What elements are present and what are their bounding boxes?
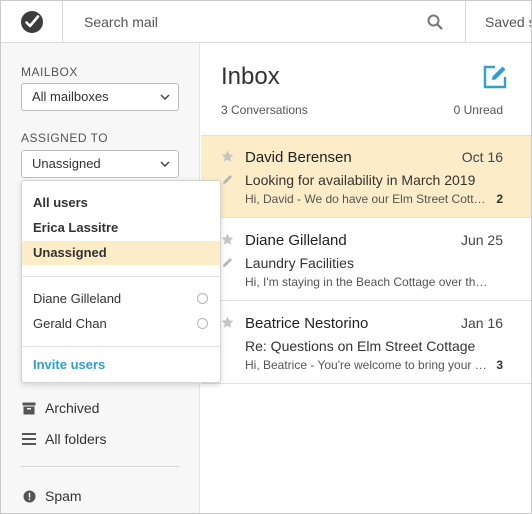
- conversation-date: Jun 25: [460, 232, 503, 248]
- conversation-date: Oct 16: [461, 149, 503, 165]
- unread-count: 0 Unread: [453, 103, 503, 117]
- search-button[interactable]: [421, 9, 449, 35]
- pencil-icon: [222, 172, 233, 190]
- star-icon[interactable]: [221, 233, 234, 251]
- logo-icon: [20, 11, 43, 33]
- radio-icon[interactable]: [197, 318, 208, 329]
- conversation-preview: Hi, Beatrice - You're welcome to bring y…: [245, 358, 490, 372]
- archive-icon: [21, 400, 37, 416]
- conversation-preview: Hi, I'm staying in the Beach Cottage ove…: [245, 275, 490, 289]
- conversation-row[interactable]: David Berensen Oct 16 Looking for availa…: [201, 136, 531, 218]
- dropdown-option-erica-lassitre[interactable]: Erica Lassitre: [22, 216, 220, 240]
- dropdown-user-gerald-chan[interactable]: Gerald Chan: [22, 312, 220, 336]
- conversation-row[interactable]: Diane Gilleland Jun 25 Laundry Facilitie…: [201, 219, 531, 301]
- pencil-icon: [222, 255, 233, 273]
- sender-name: Diane Gilleland: [245, 232, 347, 249]
- mailbox-label: MAILBOX: [21, 65, 78, 79]
- conversation-subject: Re: Questions on Elm Street Cottage: [245, 338, 476, 354]
- inbox-panel: Inbox 3 Conversations 0 Unread David Ber…: [201, 43, 531, 513]
- dropdown-divider: [22, 346, 220, 347]
- dropdown-option-unassigned[interactable]: Unassigned: [22, 241, 220, 265]
- dropdown-user-label: Gerald Chan: [33, 316, 107, 331]
- assigned-to-select-value: Unassigned: [32, 156, 101, 171]
- assigned-to-label: ASSIGNED TO: [21, 131, 109, 145]
- invite-users-link[interactable]: Invite users: [33, 357, 105, 372]
- app-window: Saved searches MAILBOX All mailboxes ASS…: [0, 0, 532, 514]
- logo[interactable]: [1, 1, 63, 43]
- dropdown-option-all-users[interactable]: All users: [22, 191, 220, 215]
- mailbox-select-value: All mailboxes: [32, 89, 109, 104]
- sidebar-item-label: Archived: [45, 400, 100, 416]
- search-input[interactable]: [63, 1, 465, 43]
- sidebar-divider: [21, 466, 179, 467]
- radio-icon[interactable]: [197, 293, 208, 304]
- saved-searches-button[interactable]: Saved searches: [465, 1, 531, 43]
- star-icon[interactable]: [221, 150, 234, 168]
- assigned-to-dropdown: All users Erica Lassitre Unassigned Dian…: [21, 180, 221, 383]
- search-icon: [427, 14, 443, 30]
- dropdown-user-diane-gilleland[interactable]: Diane Gilleland: [22, 287, 220, 311]
- sidebar-item-label: Spam: [45, 488, 82, 504]
- chevron-down-icon: [160, 84, 170, 110]
- compose-icon: [483, 65, 507, 89]
- folders-icon: [21, 431, 37, 447]
- top-bar: Saved searches: [1, 1, 531, 43]
- compose-button[interactable]: [481, 63, 509, 91]
- sender-name: David Berensen: [245, 149, 352, 166]
- page-title: Inbox: [221, 63, 280, 90]
- dropdown-divider: [22, 276, 220, 277]
- conversation-date: Jan 16: [460, 315, 503, 331]
- conversation-row[interactable]: Beatrice Nestorino Jan 16 Re: Questions …: [201, 302, 531, 384]
- sidebar-item-all-folders[interactable]: All folders: [21, 429, 106, 449]
- mailbox-select[interactable]: All mailboxes: [21, 83, 179, 111]
- conversation-subject: Laundry Facilities: [245, 255, 354, 271]
- dropdown-user-label: Diane Gilleland: [33, 291, 122, 306]
- spam-icon: [21, 488, 37, 504]
- assigned-to-select[interactable]: Unassigned: [21, 150, 179, 178]
- conversation-preview: Hi, David - We do have our Elm Street Co…: [245, 192, 490, 206]
- star-icon[interactable]: [221, 316, 234, 334]
- sidebar-item-label: All folders: [45, 431, 107, 447]
- conversation-subject: Looking for availability in March 2019: [245, 172, 476, 188]
- thread-count: 3: [496, 358, 503, 372]
- sidebar-item-archived[interactable]: Archived: [21, 398, 99, 418]
- conversation-count: 3 Conversations: [221, 103, 308, 117]
- chevron-down-icon: [160, 151, 170, 177]
- thread-count: 2: [496, 192, 503, 206]
- sidebar-item-spam[interactable]: Spam: [21, 486, 82, 506]
- sender-name: Beatrice Nestorino: [245, 315, 369, 332]
